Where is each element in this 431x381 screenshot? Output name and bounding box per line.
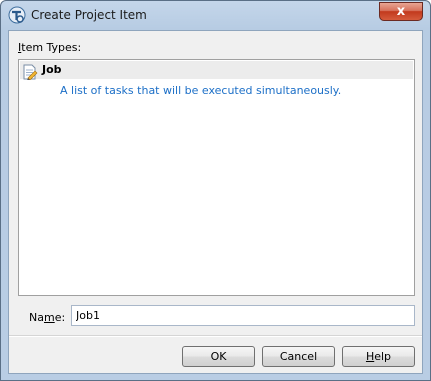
help-button[interactable]: Help: [342, 346, 415, 367]
item-types-label: Item Types:: [18, 41, 82, 54]
name-input[interactable]: [71, 305, 415, 326]
job-icon: [22, 64, 38, 81]
window-title: Create Project Item: [31, 8, 147, 22]
title-bar[interactable]: Create Project Item x: [1, 1, 430, 30]
name-label: Name:: [29, 311, 66, 324]
ok-button[interactable]: OK: [182, 346, 255, 367]
close-button[interactable]: x: [379, 2, 423, 21]
list-item-header: [20, 61, 413, 79]
cancel-button[interactable]: Cancel: [262, 346, 335, 367]
app-logo-icon: [8, 6, 26, 24]
item-description: A list of tasks that will be executed si…: [60, 84, 342, 97]
list-item-job[interactable]: Job A list of tasks that will be execute…: [20, 61, 413, 107]
dialog-window: Create Project Item x Item Types: Job A …: [0, 0, 431, 381]
item-name: Job: [42, 63, 62, 76]
item-types-list[interactable]: Job A list of tasks that will be execute…: [18, 59, 415, 296]
button-separator: [9, 335, 422, 337]
close-icon: x: [396, 4, 406, 19]
dialog-body: Item Types: Job A list of tasks that wil…: [8, 30, 423, 374]
